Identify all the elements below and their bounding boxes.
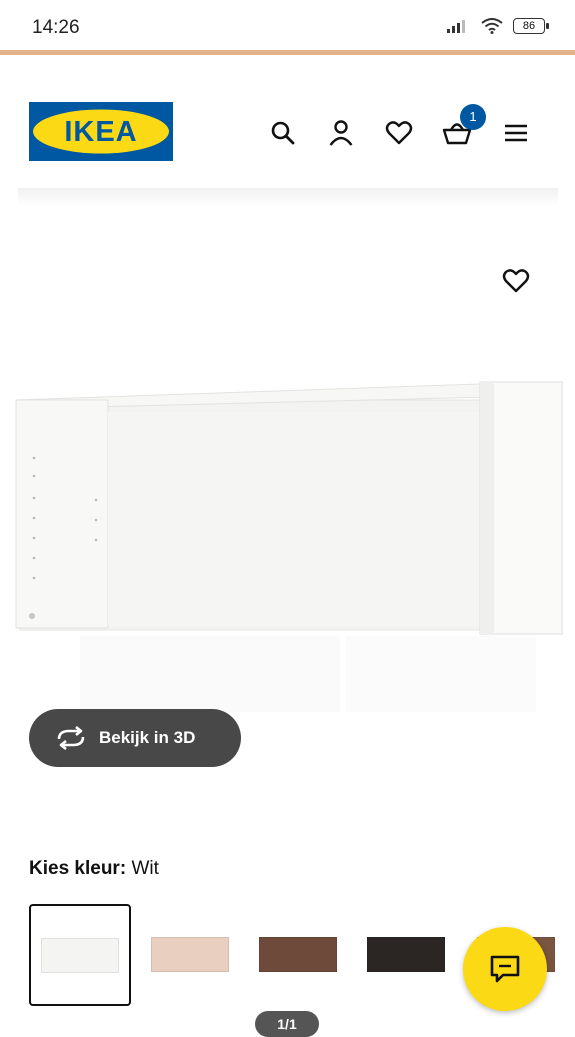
chat-icon (490, 955, 520, 983)
accent-line (0, 50, 575, 55)
swatch-thumbnail (259, 936, 337, 972)
signal-icon (447, 20, 465, 33)
site-header: IKEA 1 (0, 56, 575, 191)
selected-color: Wit (131, 858, 159, 879)
product-image (15, 381, 563, 712)
add-to-favorites-icon[interactable] (500, 265, 532, 297)
ikea-logo[interactable]: IKEA (29, 102, 173, 161)
chat-button[interactable] (463, 927, 547, 1011)
swatch-thumbnail (151, 936, 229, 972)
swatch-thumbnail (367, 936, 445, 972)
swatch-thumbnail (41, 937, 119, 973)
status-icons: 86 (447, 18, 549, 34)
color-swatch-2[interactable] (140, 904, 240, 1004)
image-pager: 1/1 (255, 1011, 319, 1037)
view-in-3d-button[interactable]: Bekijk in 3D (29, 709, 241, 767)
color-picker-label: Kies kleur: (29, 858, 127, 879)
account-icon[interactable] (326, 118, 356, 148)
color-swatch-4[interactable] (356, 904, 456, 1004)
menu-icon[interactable] (501, 118, 531, 148)
color-picker-heading: Kies kleur: Wit (29, 858, 159, 880)
header-divider (18, 188, 558, 206)
heart-icon[interactable] (384, 118, 414, 148)
cart-count-badge: 1 (460, 104, 486, 130)
color-swatch-wit[interactable] (29, 904, 131, 1006)
battery-indicator: 86 (513, 18, 549, 34)
view-in-3d-label: Bekijk in 3D (99, 728, 196, 747)
color-swatch-3[interactable] (248, 904, 348, 1004)
search-icon[interactable] (268, 118, 298, 148)
status-time: 14:26 (32, 17, 80, 38)
rotate-3d-icon (57, 726, 85, 750)
wifi-icon (481, 18, 503, 34)
status-bar: 14:26 86 (0, 0, 575, 50)
svg-text:IKEA: IKEA (64, 116, 137, 148)
